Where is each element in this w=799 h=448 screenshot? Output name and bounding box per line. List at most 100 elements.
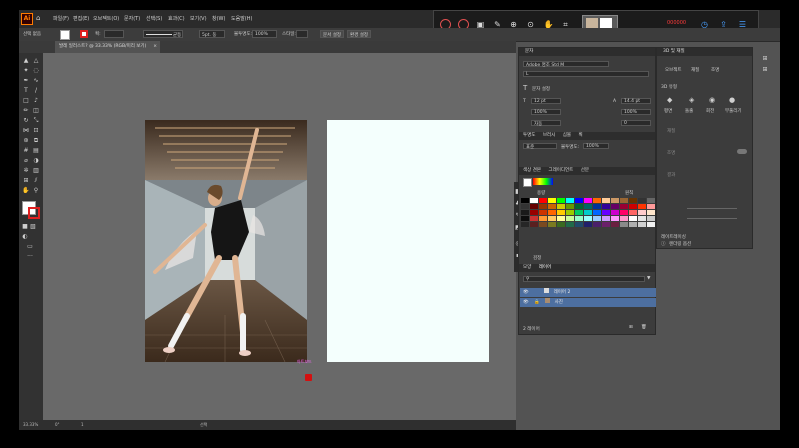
color-swatch[interactable] — [638, 216, 646, 221]
color-swatch[interactable] — [620, 198, 628, 203]
color-swatch[interactable] — [548, 198, 556, 203]
color-swatch[interactable] — [593, 204, 601, 209]
layer-name[interactable]: 사진 — [555, 300, 563, 305]
color-swatch[interactable] — [620, 204, 628, 209]
filter-icon[interactable]: ▼ — [647, 276, 650, 281]
fill-stroke-swatch[interactable] — [523, 178, 532, 187]
layer-name[interactable]: 레이어 2 — [554, 290, 571, 295]
menu-window[interactable]: 창(W) — [212, 15, 225, 22]
type-tool-icon[interactable]: T — [22, 87, 30, 95]
menu-select[interactable]: 선택(S) — [146, 15, 162, 22]
extrude-icon[interactable]: ◈ — [689, 96, 694, 104]
slider-track-2[interactable] — [687, 218, 737, 219]
color-swatch[interactable] — [566, 216, 574, 221]
color-swatch[interactable] — [629, 222, 637, 227]
color-swatch[interactable] — [638, 222, 646, 227]
color-swatch[interactable] — [530, 216, 538, 221]
gradient-tool-icon[interactable]: ▤ — [32, 147, 40, 155]
color-swatch[interactable] — [593, 216, 601, 221]
document-tab[interactable]: 발레 일러스트? @ 33.33% (RGB/미리 보기) × — [55, 41, 160, 53]
color-swatch[interactable] — [629, 198, 637, 203]
lighting-toggle[interactable] — [737, 149, 747, 154]
tab-appearance[interactable]: 모양 — [523, 265, 531, 270]
color-swatch[interactable] — [557, 204, 565, 209]
tab-layers[interactable]: 레이어 — [539, 265, 551, 270]
color-swatch[interactable] — [638, 204, 646, 209]
artboard-tool-icon[interactable]: ⊞ — [22, 177, 30, 185]
color-swatch[interactable] — [620, 210, 628, 215]
color-swatch[interactable] — [647, 198, 655, 203]
color-group-icon[interactable] — [533, 178, 553, 185]
brush-field[interactable]: 5pt. 둥 — [199, 30, 225, 38]
gradient-mode-icon[interactable]: ▧ — [29, 223, 37, 231]
transparency-opacity-field[interactable]: 100% — [583, 143, 609, 149]
more-tools-icon[interactable]: ··· — [26, 253, 34, 261]
graph-tool-icon[interactable]: ▥ — [32, 167, 40, 175]
character-panel-title[interactable]: 문자 — [525, 49, 533, 54]
eyedropper-icon[interactable]: ⌀ — [22, 157, 30, 165]
color-swatch[interactable] — [584, 198, 592, 203]
color-swatch[interactable] — [539, 216, 547, 221]
draw-mode-icon[interactable]: ◐ — [21, 233, 29, 241]
vscale-field[interactable]: 100% — [531, 109, 561, 115]
color-swatch[interactable] — [530, 204, 538, 209]
plane-icon[interactable]: ◆ — [667, 96, 672, 104]
lasso-icon[interactable]: ◌ — [32, 67, 40, 75]
tab-lighting[interactable]: 조명 — [711, 67, 719, 73]
color-swatch[interactable] — [593, 210, 601, 215]
curvature-icon[interactable]: ∿ — [32, 77, 40, 85]
visibility-icon[interactable]: 👁 — [523, 300, 529, 305]
tab-swatches[interactable]: 색상 견본 — [523, 168, 541, 173]
color-swatch[interactable] — [575, 210, 583, 215]
color-swatch[interactable] — [530, 210, 538, 215]
panel-icon-8[interactable]: ⊞ — [761, 66, 769, 74]
swatch-grid[interactable] — [521, 198, 655, 228]
tab-stroke[interactable]: 획 — [578, 133, 582, 138]
tab-segment[interactable]: 선분 — [581, 168, 589, 173]
color-swatch[interactable] — [638, 210, 646, 215]
menu-object[interactable]: 오브젝트(O) — [93, 15, 119, 22]
color-swatch[interactable] — [593, 222, 601, 227]
color-swatch[interactable] — [521, 198, 529, 203]
render-options-label[interactable]: 렌더링 옵션 — [669, 241, 691, 247]
home-icon[interactable]: ⌂ — [36, 15, 44, 22]
blend-tool-icon[interactable]: ◑ — [32, 157, 40, 165]
color-swatch[interactable] — [575, 204, 583, 209]
symbol-sprayer-icon[interactable]: ✲ — [22, 167, 30, 175]
variable-width-field[interactable]: 균등 — [143, 30, 183, 38]
color-swatch[interactable] — [548, 216, 556, 221]
color-swatch[interactable] — [647, 204, 655, 209]
zoom-level[interactable]: 33.33% — [23, 422, 38, 427]
color-swatch[interactable] — [530, 198, 538, 203]
screen-mode-icon[interactable]: ▭ — [26, 243, 34, 251]
color-swatch[interactable] — [629, 216, 637, 221]
color-swatch[interactable] — [611, 210, 619, 215]
page-number[interactable]: 1 — [81, 422, 84, 427]
line-tool-icon[interactable]: / — [32, 87, 40, 95]
magic-wand-icon[interactable]: ✦ — [22, 67, 30, 75]
color-swatch[interactable] — [647, 216, 655, 221]
color-swatch[interactable] — [521, 222, 529, 227]
color-swatch[interactable] — [548, 210, 556, 215]
rectangle-tool-icon[interactable]: □ — [22, 97, 30, 105]
perspective-grid-icon[interactable]: ⧉ — [32, 137, 40, 145]
tab-brushes[interactable]: 브러시 — [543, 133, 555, 138]
color-swatch[interactable] — [611, 216, 619, 221]
color-swatch[interactable] — [566, 204, 574, 209]
color-swatch[interactable] — [638, 198, 646, 203]
inflate-icon[interactable]: ● — [729, 96, 735, 104]
tab-object[interactable]: 오브젝트 — [665, 67, 682, 73]
opacity-field[interactable]: 100% — [252, 30, 277, 38]
style-picker[interactable] — [296, 30, 308, 38]
color-swatch[interactable] — [575, 222, 583, 227]
rotation-angle[interactable]: 0° — [55, 422, 60, 427]
blend-mode-select[interactable]: 표준 — [523, 143, 557, 150]
color-swatch[interactable] — [602, 204, 610, 209]
color-swatch[interactable] — [647, 210, 655, 215]
mesh-tool-icon[interactable]: # — [22, 147, 30, 155]
tab-symbols[interactable]: 심볼 — [563, 133, 571, 138]
color-swatch[interactable] — [557, 210, 565, 215]
color-swatch[interactable] — [629, 210, 637, 215]
color-swatch[interactable] — [521, 204, 529, 209]
lock-icon[interactable]: 🔒 — [534, 300, 540, 305]
